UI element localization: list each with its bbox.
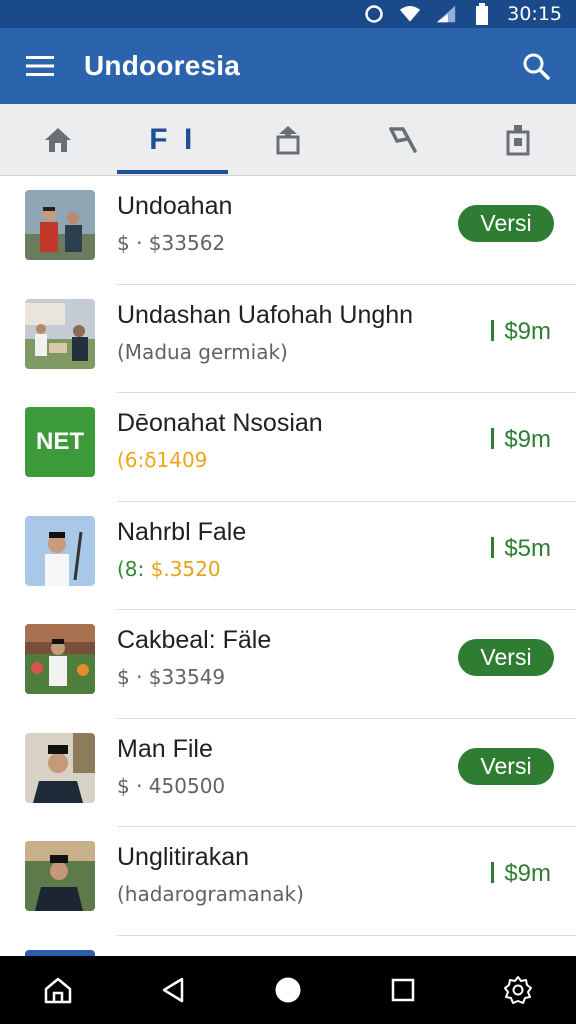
tab-upload[interactable] (230, 104, 345, 175)
hamburger-icon (26, 56, 54, 76)
wifi-icon (399, 3, 421, 25)
app-title: Undooresia (84, 50, 241, 81)
battery-icon (471, 3, 493, 25)
item-title: Unglitirakan (117, 843, 250, 871)
item-subtitle: (6:δ1409 (117, 448, 208, 472)
search-button[interactable] (496, 28, 576, 104)
home-outline-icon (44, 977, 71, 1004)
item-price: $5m (491, 535, 551, 563)
item-subtitle: $ · $33562 (117, 231, 226, 255)
status-bar: 30:15 (0, 0, 576, 28)
tab-files-label: F I (149, 122, 197, 156)
app-bar: Undooresia (0, 28, 576, 104)
file-list: Undoahan $ · $33562 Versi Undashan Uafoh… (0, 176, 576, 956)
tab-jar[interactable] (461, 104, 576, 175)
thumbnail-image (25, 190, 95, 260)
thumbnail-image (25, 515, 95, 586)
item-title: Nahrbl Fale (117, 517, 247, 546)
item-subtitle: $ · $33549 (117, 665, 226, 689)
versi-button[interactable]: Versi (458, 205, 554, 242)
nav-home-button[interactable] (28, 960, 88, 1020)
item-title: Undashan Uafohah Unghn (117, 300, 414, 329)
nav-settings-button[interactable] (488, 960, 548, 1020)
item-subtitle: (8: $.3520 (117, 556, 221, 581)
system-nav-bar (0, 956, 576, 1024)
home-circle-icon (275, 977, 301, 1003)
list-item[interactable]: Cakbeal: Fäle $ · $33549 Versi (0, 610, 576, 719)
menu-button[interactable] (0, 28, 80, 104)
item-price: $9m (491, 426, 551, 454)
versi-button[interactable]: Versi (458, 747, 554, 785)
price-marker-icon (491, 319, 495, 341)
price-marker-icon (491, 862, 495, 883)
jar-icon (506, 124, 530, 155)
list-item[interactable]: Undoahan $ · $33562 Versi (0, 176, 576, 285)
price-marker-icon (491, 428, 495, 449)
tab-bar: F I (0, 104, 576, 176)
thumbnail-image (25, 732, 95, 803)
item-subtitle: $ · 450500 (117, 773, 226, 798)
price-marker-icon (491, 536, 495, 558)
gear-icon (504, 976, 533, 1004)
alarm-icon (363, 3, 385, 25)
nav-home-circle-button[interactable] (258, 960, 318, 1020)
thumbnail-image (25, 298, 95, 369)
tab-files[interactable]: F I (115, 104, 230, 175)
tab-tag[interactable] (346, 104, 461, 175)
versi-button[interactable]: Versi (458, 639, 554, 676)
list-item[interactable] (0, 936, 576, 956)
thumbnail-image (25, 624, 95, 694)
upload-icon (276, 125, 300, 154)
item-title: Dēonahat Nsosian (117, 409, 323, 437)
tag-icon (389, 126, 417, 153)
item-title: Undoahan (117, 192, 233, 220)
back-triangle-icon (162, 977, 184, 1003)
item-price: $9m (491, 860, 551, 888)
list-item[interactable]: Undashan Uafohah Unghn (Madua germiak) $… (0, 285, 576, 394)
item-price: $9m (491, 318, 551, 346)
list-item[interactable]: Nahrbl Fale (8: $.3520 $5m (0, 502, 576, 611)
list-item[interactable]: Man File $ · 450500 Versi (0, 719, 576, 828)
recents-square-icon (391, 978, 415, 1002)
item-title: Cakbeal: Fäle (117, 626, 272, 654)
home-icon (44, 127, 71, 152)
nav-recents-button[interactable] (373, 960, 433, 1020)
thumbnail-image (25, 841, 95, 911)
nav-back-button[interactable] (143, 960, 203, 1020)
net-logo: NET (25, 407, 95, 477)
item-title: Man File (117, 734, 213, 763)
tab-home[interactable] (0, 104, 115, 175)
item-subtitle: (Madua germiak) (117, 339, 288, 364)
item-subtitle: (hadarogramanak) (117, 882, 304, 906)
signal-icon (435, 3, 457, 25)
list-item[interactable]: NET Dēonahat Nsosian (6:δ1409 $9m (0, 393, 576, 502)
list-item[interactable]: Unglitirakan (hadarogramanak) $9m (0, 827, 576, 936)
search-icon (523, 53, 550, 80)
status-time: 30:15 (507, 3, 562, 25)
